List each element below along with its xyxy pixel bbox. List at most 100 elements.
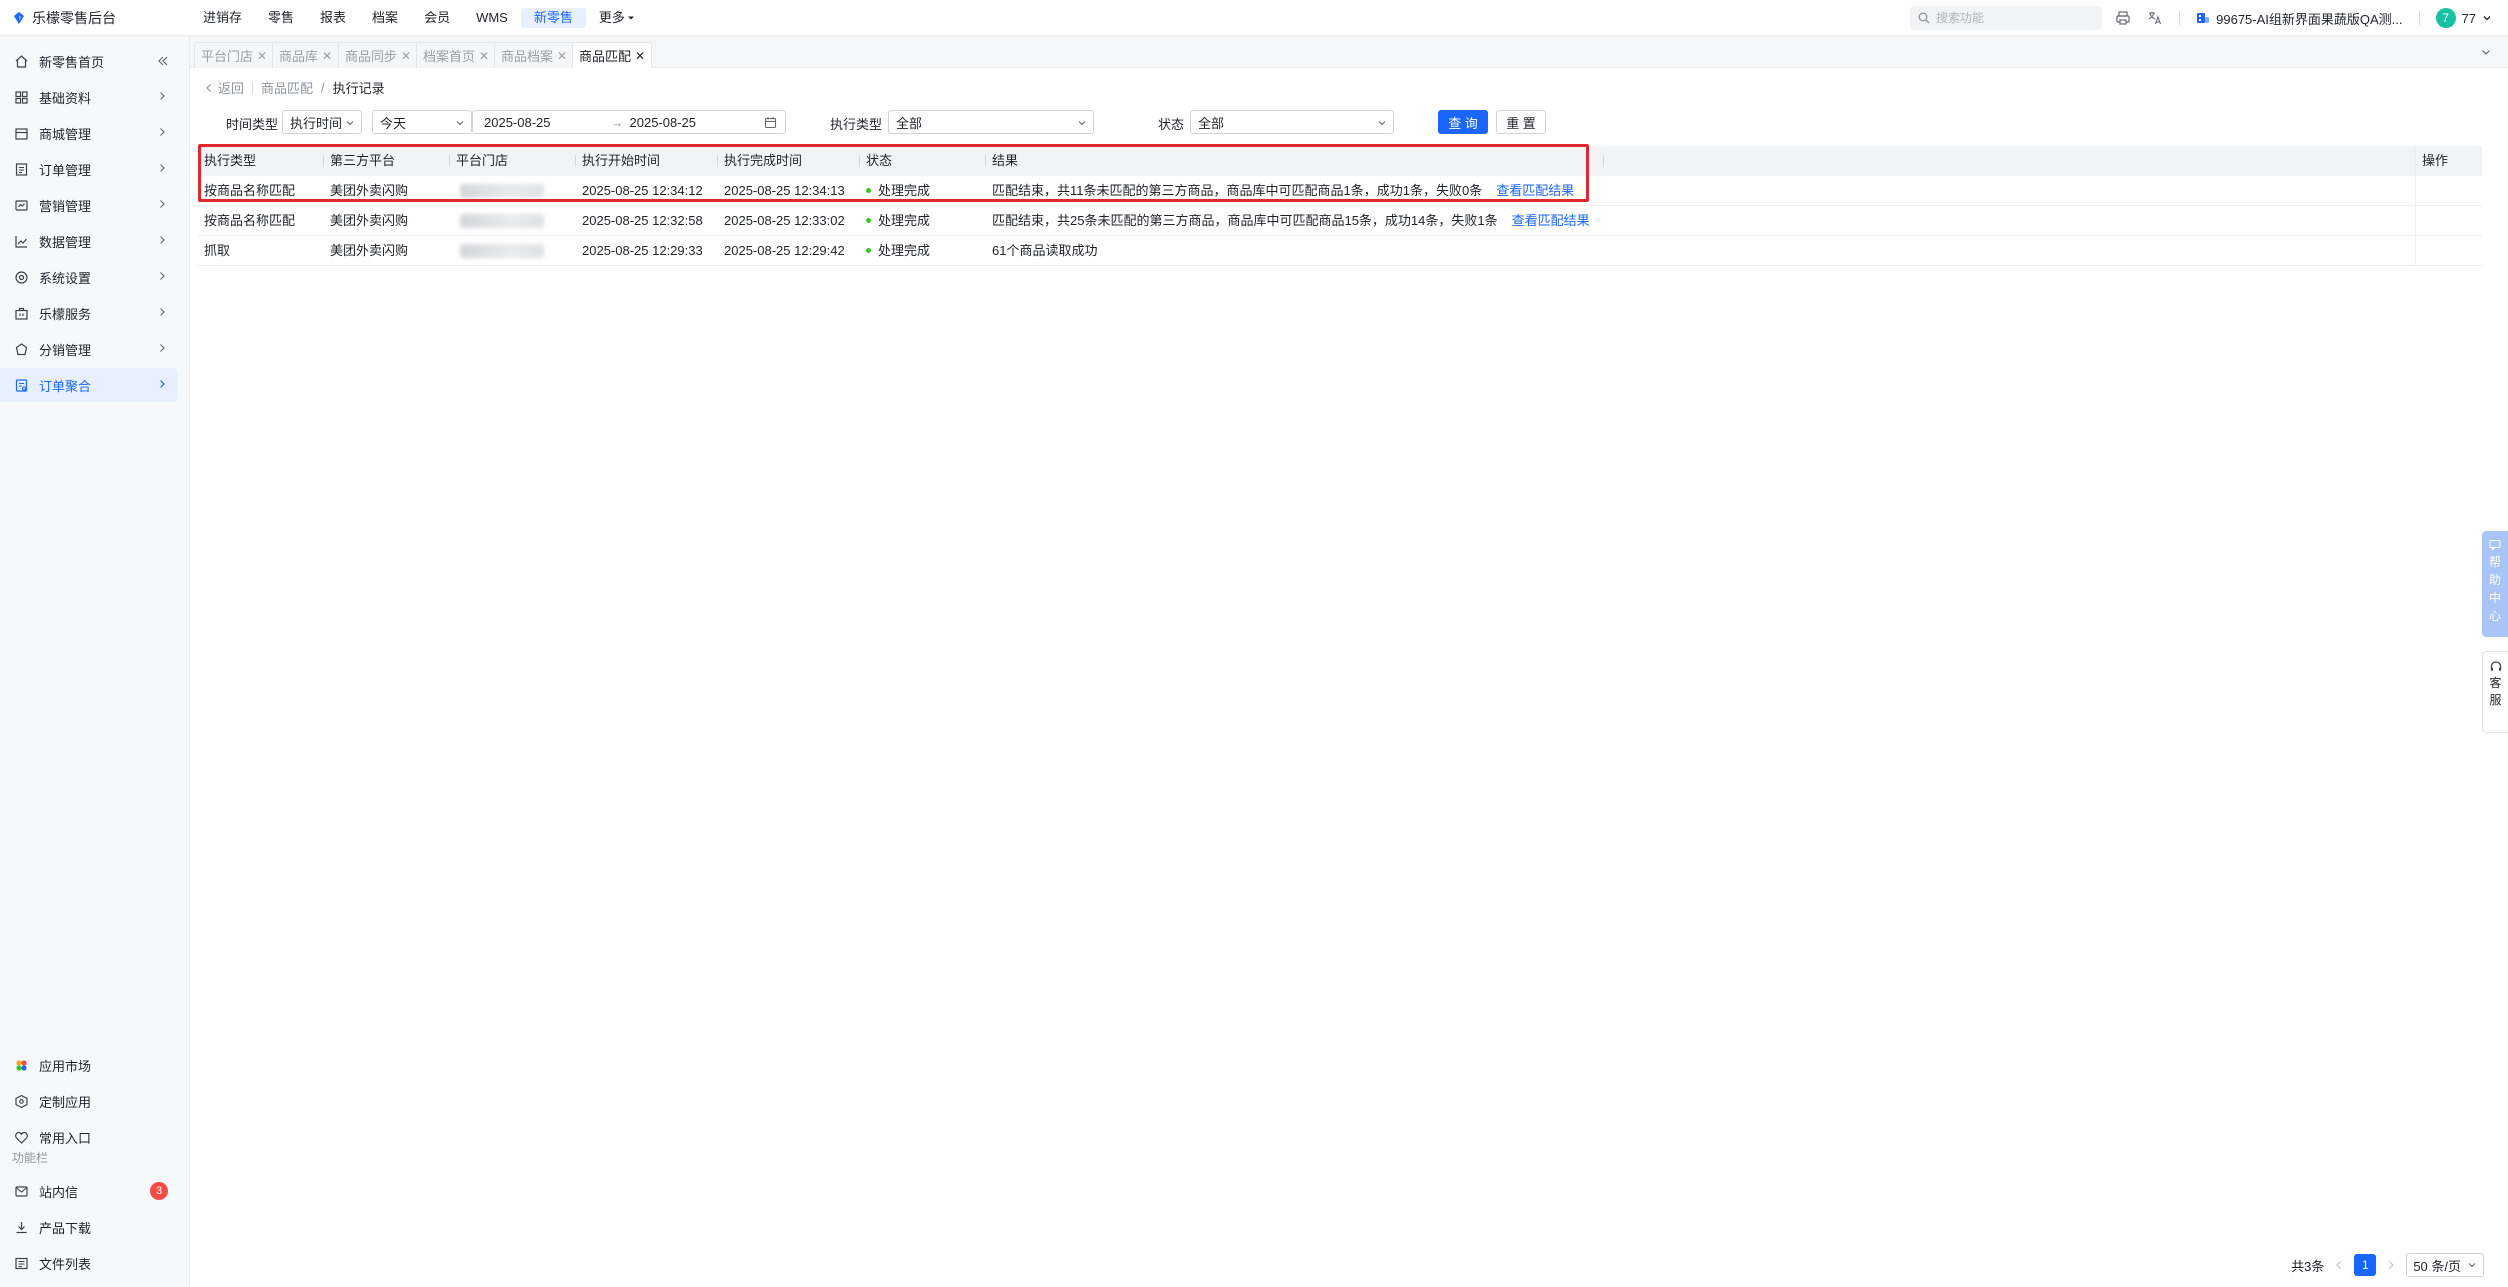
topnav-item-reports[interactable]: 报表 (307, 8, 359, 28)
close-icon[interactable]: ✕ (635, 49, 645, 63)
tab-label: 档案首页 (423, 49, 476, 64)
sidebar-item-custom-apps[interactable]: 定制应用 (0, 1084, 178, 1118)
sidebar-item-system-settings[interactable]: 系统设置 (0, 260, 178, 294)
page-size-select[interactable]: 50 条/页 (2406, 1253, 2484, 1277)
custom-app-icon (15, 1094, 28, 1108)
status-text: 处理完成 (878, 213, 931, 228)
chevron-down-icon[interactable] (2480, 46, 2492, 58)
translate-icon[interactable] (2147, 10, 2163, 26)
back-link[interactable]: 返回 (204, 78, 244, 97)
column-header-platform: 第三方平台 (330, 153, 396, 168)
tab-archive-home[interactable]: 档案首页 ✕ (416, 42, 497, 68)
date-start: 2025-08-25 (484, 114, 551, 130)
chevron-right-icon (160, 308, 165, 316)
printer-icon[interactable] (2115, 10, 2131, 26)
breadcrumb-separator: / (321, 80, 325, 95)
cell-start-time: 2025-08-25 12:29:33 (582, 243, 703, 258)
reset-button[interactable]: 重 置 (1496, 110, 1546, 134)
prev-page-icon[interactable] (2334, 1260, 2344, 1270)
breadcrumb-current: 执行记录 (332, 81, 385, 96)
status-select[interactable]: 全部 (1190, 110, 1394, 134)
close-icon[interactable]: ✕ (257, 49, 267, 63)
sidebar-item-file-list[interactable]: 文件列表 (0, 1246, 178, 1280)
help-center-widget[interactable]: 帮 助 中 心 (2482, 531, 2508, 637)
query-button[interactable]: 查 询 (1438, 110, 1488, 134)
top-bar: 乐檬零售后台 进销存 零售 报表 档案 会员 WMS 新零售 更多 99675-… (0, 0, 2508, 36)
sidebar-item-basic-data[interactable]: 基础资料 (0, 80, 178, 114)
close-icon[interactable]: ✕ (401, 49, 411, 63)
tab-product-matching[interactable]: 商品匹配 ✕ (572, 42, 653, 68)
view-match-result-link[interactable]: 查看匹配结果 (1512, 213, 1590, 228)
topnav-item-retail[interactable]: 零售 (255, 8, 307, 28)
page-number-button[interactable]: 1 (2354, 1254, 2377, 1276)
time-type-select[interactable]: 执行时间 (282, 110, 362, 134)
exec-type-select[interactable]: 全部 (888, 110, 1094, 134)
sidebar-item-label: 营销管理 (39, 198, 92, 214)
top-right-tools: 99675-AI组新界面果蔬版QA测... 7 77 (2115, 0, 2492, 36)
user-menu[interactable]: 7 77 (2435, 8, 2492, 28)
date-range-picker[interactable]: 2025-08-25 → 2025-08-25 (472, 110, 786, 134)
tab-product-archive[interactable]: 商品档案 ✕ (494, 42, 575, 68)
cell-result: 61个商品读取成功 (986, 236, 1097, 266)
headset-icon (2490, 661, 2501, 671)
tab-product-sync[interactable]: 商品同步 ✕ (338, 42, 419, 68)
sidebar-item-order-aggregation[interactable]: 订单聚合 (0, 368, 178, 402)
blurred-store-name (460, 214, 544, 228)
date-range-preset-select[interactable]: 今天 (372, 110, 472, 134)
column-header-status: 状态 (866, 153, 893, 168)
topnav-item-new-retail[interactable]: 新零售 (520, 8, 586, 28)
order-icon (15, 162, 28, 176)
status-text: 处理完成 (878, 243, 931, 258)
cell-exec-type: 按商品名称匹配 (204, 183, 296, 198)
search-input[interactable] (1936, 11, 2086, 25)
app-logo-icon (14, 12, 24, 24)
app-brand[interactable]: 乐檬零售后台 (12, 0, 116, 36)
view-match-result-link[interactable]: 查看匹配结果 (1496, 183, 1574, 198)
sidebar-item-lemeng-service[interactable]: 乐檬服务 (0, 296, 178, 330)
divider (1603, 155, 1604, 167)
tab-platform-stores[interactable]: 平台门店 ✕ (194, 42, 275, 68)
sidebar-item-mall[interactable]: 商城管理 (0, 116, 178, 150)
cell-start-time: 2025-08-25 12:32:58 (582, 213, 703, 228)
topnav-item-inventory[interactable]: 进销存 (190, 8, 255, 28)
cell-end-time: 2025-08-25 12:29:42 (724, 243, 845, 258)
sidebar-item-distribution[interactable]: 分销管理 (0, 332, 178, 366)
search-box[interactable] (1910, 6, 2102, 30)
collapse-sidebar-icon[interactable] (156, 54, 170, 68)
date-end: 2025-08-25 (629, 114, 697, 130)
exec-type-label: 执行类型 (830, 117, 883, 132)
tab-product-library[interactable]: 商品库 ✕ (272, 42, 340, 68)
chevron-right-icon (160, 344, 165, 352)
topnav-item-more[interactable]: 更多 (586, 8, 648, 28)
close-icon[interactable]: ✕ (557, 49, 567, 63)
chevron-left-icon (206, 83, 211, 92)
avatar: 7 (2435, 8, 2456, 28)
sidebar-item-app-market[interactable]: 应用市场 (0, 1048, 178, 1082)
sidebar-item-data[interactable]: 数据管理 (0, 224, 178, 258)
topnav-item-archives[interactable]: 档案 (359, 8, 411, 28)
sidebar-item-orders[interactable]: 订单管理 (0, 152, 178, 186)
sidebar-item-marketing[interactable]: 营销管理 (0, 188, 178, 222)
function-bar-label: 功能栏 (12, 1151, 49, 1165)
topnav-item-members[interactable]: 会员 (411, 8, 463, 28)
close-icon[interactable]: ✕ (322, 49, 332, 63)
org-switcher[interactable]: 99675-AI组新界面果蔬版QA测... (2196, 9, 2403, 28)
sidebar-item-downloads[interactable]: 产品下载 (0, 1210, 178, 1244)
column-header-end-time: 执行完成时间 (724, 153, 803, 168)
settings-icon (15, 270, 28, 284)
chevron-down-icon (1378, 121, 1386, 126)
table-row: 抓取 美团外卖闪购 2025-08-25 12:29:33 2025-08-25… (198, 236, 2482, 266)
column-header-result: 结果 (992, 153, 1019, 168)
download-icon (16, 1221, 27, 1233)
exec-type-value: 全部 (896, 115, 923, 131)
sidebar-item-new-retail-home[interactable]: 新零售首页 (0, 44, 178, 78)
customer-service-widget[interactable]: 客 服 (2482, 651, 2508, 733)
close-icon[interactable]: ✕ (479, 49, 489, 63)
cell-platform: 美团外卖闪购 (330, 213, 409, 228)
cell-platform: 美团外卖闪购 (330, 243, 409, 258)
breadcrumb-parent[interactable]: 商品匹配 (261, 78, 313, 97)
next-page-icon[interactable] (2386, 1260, 2396, 1270)
sidebar-item-inbox[interactable]: 站内信 3 (0, 1174, 178, 1208)
org-name: 99675-AI组新界面果蔬版QA测... (2216, 11, 2403, 27)
topnav-item-wms[interactable]: WMS (463, 8, 521, 28)
